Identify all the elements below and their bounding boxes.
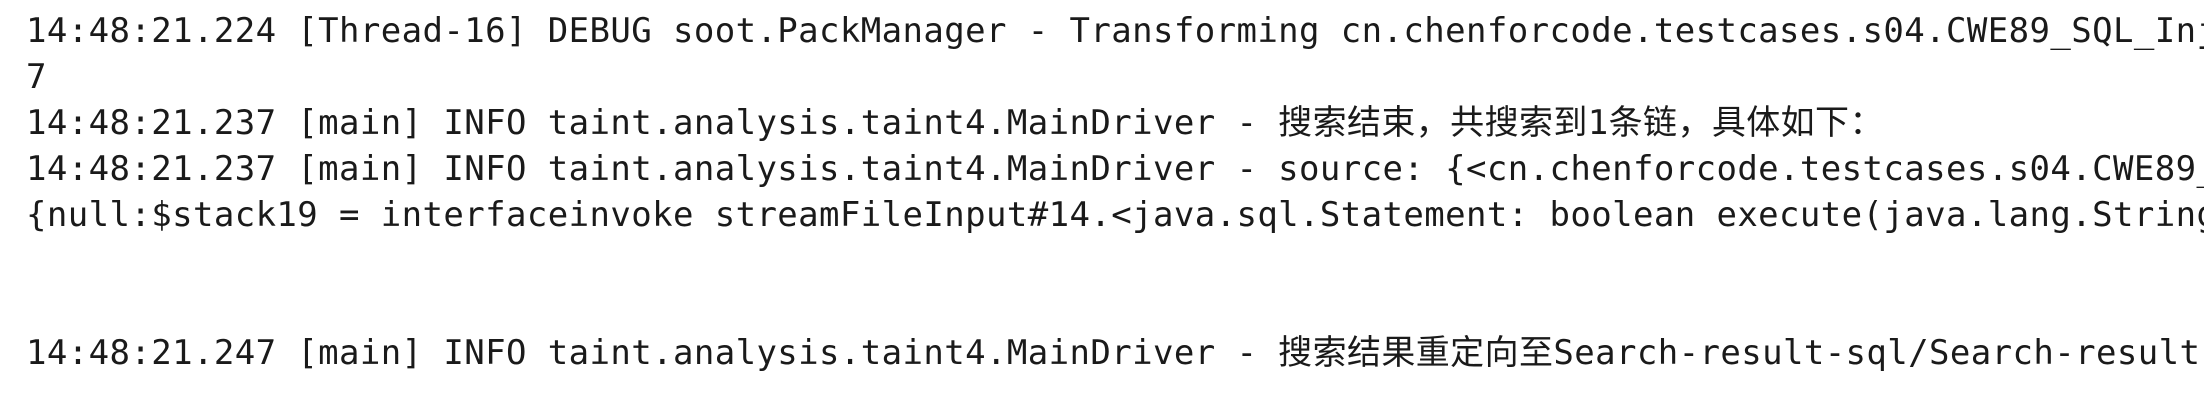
log-line-1: 14:48:21.224 [Thread-16] DEBUG soot.Pack… — [26, 11, 2204, 51]
log-line-4: 14:48:21.237 [main] INFO taint.analysis.… — [26, 149, 2204, 189]
log-line-5: {null:$stack19 = interfaceinvoke streamF… — [26, 195, 2204, 235]
console-output[interactable]: 14:48:21.224 [Thread-16] DEBUG soot.Pack… — [0, 0, 2204, 406]
log-line-2: 7 — [26, 57, 47, 97]
log-line-8: 14:48:21.247 [main] INFO taint.analysis.… — [26, 333, 2204, 373]
log-line-3: 14:48:21.237 [main] INFO taint.analysis.… — [26, 103, 1884, 143]
